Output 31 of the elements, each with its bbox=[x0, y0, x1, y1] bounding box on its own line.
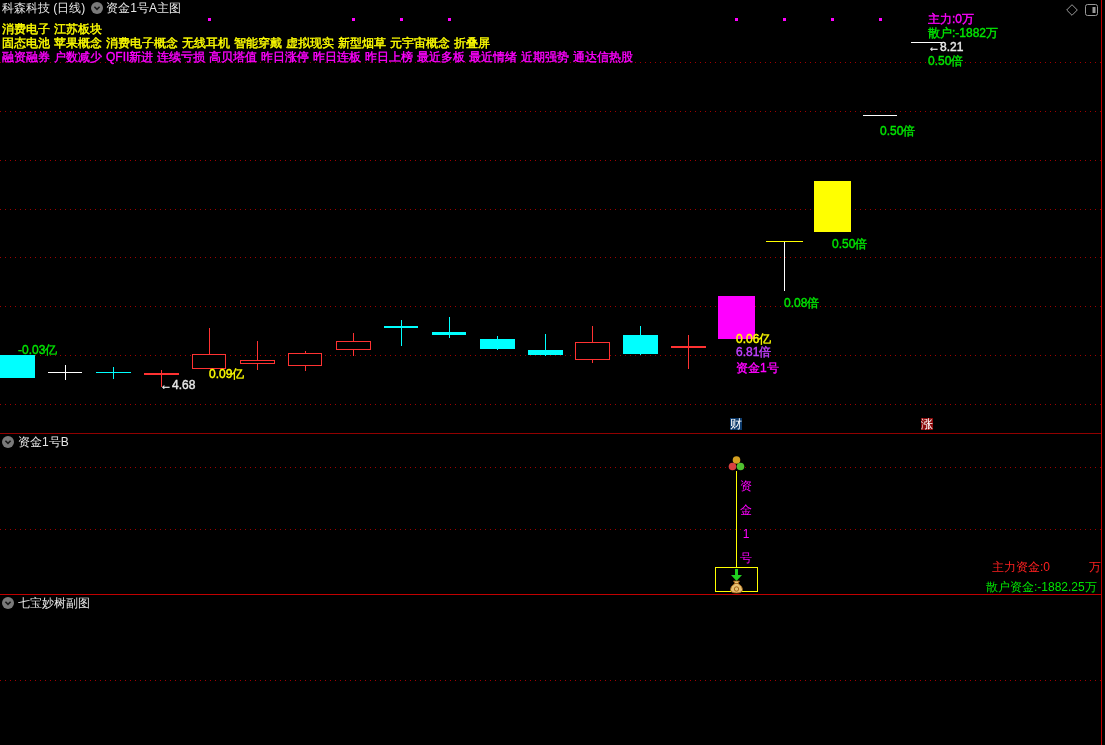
balls-icon bbox=[728, 456, 745, 471]
signal-label: 资金1号 bbox=[740, 478, 752, 567]
marker-icon bbox=[352, 18, 355, 21]
concept-label: 江苏板块 bbox=[54, 22, 102, 36]
main-fund-label: 主力资金:0 bbox=[992, 560, 1050, 574]
chart-annotation: 散户:-1882万 bbox=[928, 27, 999, 40]
marker-icon bbox=[879, 18, 882, 21]
chevron-down-icon[interactable] bbox=[2, 596, 14, 609]
concept-label: 消费电子 bbox=[2, 22, 50, 36]
event-badge[interactable]: 涨 bbox=[921, 418, 933, 430]
main-fund-unit: 万 bbox=[1089, 560, 1101, 574]
money-bag-icon bbox=[730, 580, 743, 594]
stock-title: 科森科技 (日线) bbox=[2, 1, 86, 15]
marker-icon bbox=[448, 18, 451, 21]
marker-icon bbox=[783, 18, 786, 21]
chevron-down-icon[interactable] bbox=[2, 435, 14, 448]
arrow-down-icon bbox=[731, 569, 742, 581]
marker-icon bbox=[400, 18, 403, 21]
chevron-down-icon[interactable] bbox=[91, 2, 104, 14]
retail-fund-value: 散户资金:-1882.25万 bbox=[986, 580, 1097, 594]
signal-frame bbox=[715, 567, 758, 592]
indicator-name[interactable]: 资金1号A主图 bbox=[106, 1, 181, 15]
panel-toggle-icon[interactable] bbox=[1085, 3, 1098, 16]
indicator-name[interactable]: 七宝妙树副图 bbox=[18, 595, 90, 610]
diamond-icon[interactable] bbox=[1066, 3, 1078, 16]
chart-annotation: 主力:0万 bbox=[928, 13, 974, 26]
marker-icon bbox=[831, 18, 834, 21]
indicator-name[interactable]: 资金1号B bbox=[18, 434, 69, 449]
marker-icon bbox=[735, 18, 738, 21]
event-badge[interactable]: 财 bbox=[730, 418, 742, 430]
marker-icon bbox=[208, 18, 211, 21]
